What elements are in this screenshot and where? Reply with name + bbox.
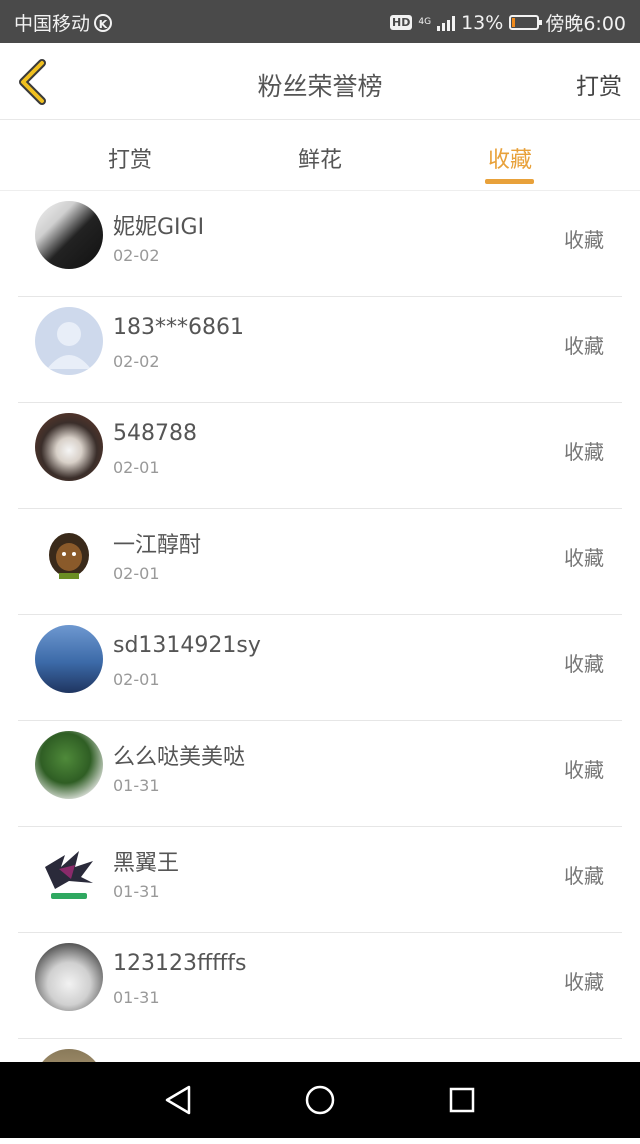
avatar xyxy=(35,519,103,587)
list-item[interactable]: 么么哒美美哒 01-31 收藏 xyxy=(18,721,622,827)
fan-date: 02-02 xyxy=(113,352,160,371)
list-item[interactable]: 123123fffffs 01-31 收藏 xyxy=(18,933,622,1039)
battery-percent: 13% xyxy=(461,11,504,34)
fan-list[interactable]: 妮妮GIGI 02-02 收藏 183***6861 02-02 收藏 5487… xyxy=(18,191,622,1144)
fan-name: 548788 xyxy=(113,421,197,446)
list-item[interactable]: 一江醇酎 02-01 收藏 xyxy=(18,509,622,615)
page-title: 粉丝荣誉榜 xyxy=(257,72,383,101)
fan-action: 收藏 xyxy=(564,440,604,464)
tab-bar: 打赏 鲜花 收藏 xyxy=(0,120,640,191)
header: 粉丝荣誉榜 打赏 xyxy=(0,43,640,120)
fan-name: 一江醇酎 xyxy=(113,533,202,558)
cartoon-avatar-icon xyxy=(49,533,89,579)
avatar xyxy=(35,307,103,375)
fan-date: 02-01 xyxy=(113,564,160,583)
nav-recent-apps-icon[interactable] xyxy=(448,1086,476,1114)
reward-button[interactable]: 打赏 xyxy=(576,67,622,101)
tab-flowers[interactable]: 鲜花 xyxy=(260,142,380,174)
system-nav-bar xyxy=(0,1062,640,1138)
tab-favorites[interactable]: 收藏 xyxy=(450,142,570,174)
fan-date: 01-31 xyxy=(113,882,160,901)
fan-name: 么么哒美美哒 xyxy=(113,745,246,770)
carrier-label: 中国移动 xyxy=(14,13,91,35)
fan-action: 收藏 xyxy=(564,864,604,888)
fan-date: 02-02 xyxy=(113,246,160,265)
status-right: HD 4G 13% 傍晚6:00 xyxy=(390,9,626,36)
active-tab-indicator xyxy=(485,179,534,184)
fan-action: 收藏 xyxy=(564,652,604,676)
avatar xyxy=(35,943,103,1011)
carrier: 中国移动 K xyxy=(14,9,113,36)
clock: 傍晚6:00 xyxy=(545,13,626,35)
network-type-icon: 4G xyxy=(418,17,432,27)
k-circle-icon: K xyxy=(94,13,113,32)
list-item[interactable]: 妮妮GIGI 02-02 收藏 xyxy=(18,191,622,297)
avatar xyxy=(35,625,103,693)
fan-action: 收藏 xyxy=(564,334,604,358)
fan-date: 01-31 xyxy=(113,988,160,1007)
nav-home-icon[interactable] xyxy=(304,1084,336,1116)
fan-name: 黑翼王 xyxy=(113,851,180,876)
list-item[interactable]: 548788 02-01 收藏 xyxy=(18,403,622,509)
signal-icon xyxy=(437,15,456,31)
avatar xyxy=(35,837,103,905)
tab-reward[interactable]: 打赏 xyxy=(70,142,190,174)
avatar xyxy=(35,413,103,481)
fan-action: 收藏 xyxy=(564,546,604,570)
status-bar: 中国移动 K HD 4G 13% 傍晚6:00 xyxy=(0,0,640,43)
battery-icon xyxy=(509,15,543,30)
list-item[interactable]: 黑翼王 01-31 收藏 xyxy=(18,827,622,933)
nav-back-icon[interactable] xyxy=(163,1084,193,1116)
fan-name: 妮妮GIGI xyxy=(113,215,205,240)
default-user-icon xyxy=(47,322,91,369)
fan-name: 183***6861 xyxy=(113,315,244,340)
fan-date: 01-31 xyxy=(113,776,160,795)
fan-name: 123123fffffs xyxy=(113,951,247,976)
fan-action: 收藏 xyxy=(564,970,604,994)
fan-action: 收藏 xyxy=(564,228,604,252)
fan-date: 02-01 xyxy=(113,458,160,477)
dragon-avatar-icon xyxy=(45,851,93,899)
fan-action: 收藏 xyxy=(564,758,604,782)
avatar xyxy=(35,731,103,799)
list-item[interactable]: 183***6861 02-02 收藏 xyxy=(18,297,622,403)
list-item[interactable]: sd1314921sy 02-01 收藏 xyxy=(18,615,622,721)
fan-date: 02-01 xyxy=(113,670,160,689)
avatar xyxy=(35,201,103,269)
hd-icon: HD xyxy=(390,15,413,30)
fan-name: sd1314921sy xyxy=(113,633,261,658)
